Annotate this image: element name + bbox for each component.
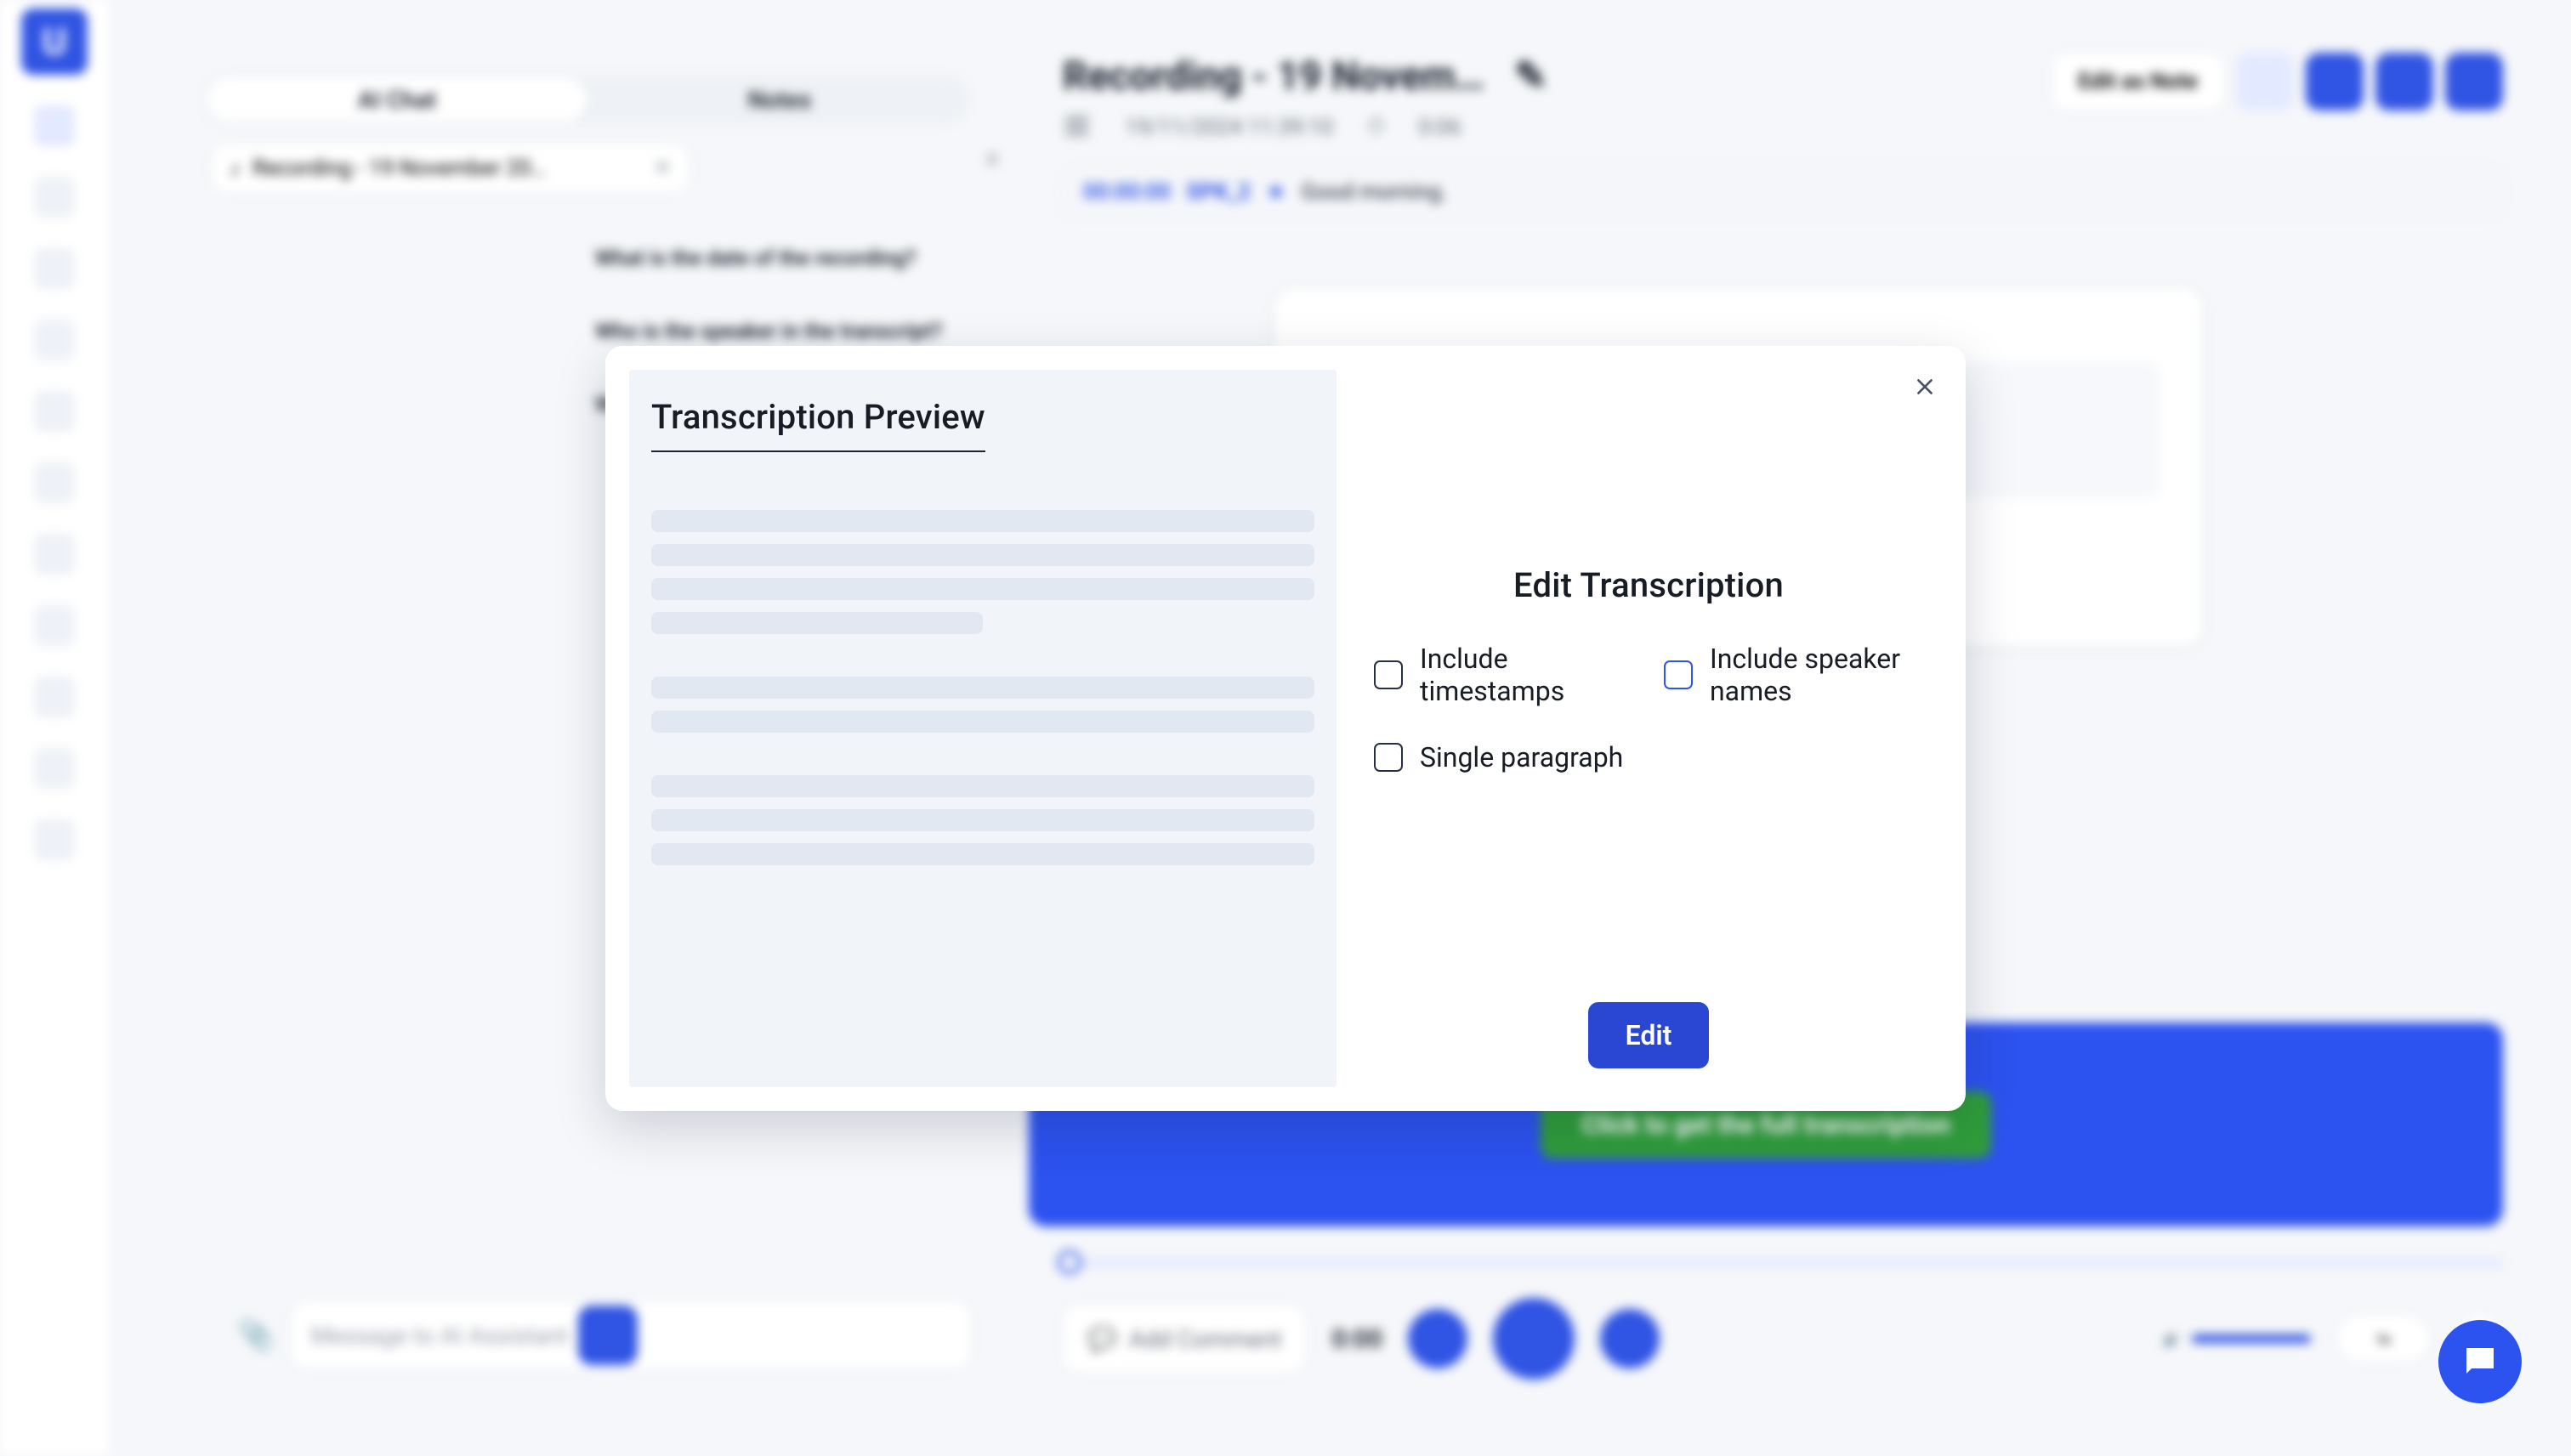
- edit-button[interactable]: Edit: [1588, 1002, 1710, 1068]
- option-label: Include speaker names: [1710, 643, 1923, 707]
- edit-options-panel: Edit Transcription Include timestamps In…: [1360, 346, 1966, 1111]
- skeleton-line: [651, 510, 1314, 532]
- option-label: Single paragraph: [1420, 741, 1623, 773]
- skeleton-group: [651, 677, 1314, 733]
- skeleton-line: [651, 612, 983, 634]
- option-include-timestamps[interactable]: Include timestamps: [1374, 643, 1633, 707]
- checkbox[interactable]: [1374, 660, 1403, 689]
- option-single-paragraph[interactable]: Single paragraph: [1374, 741, 1633, 773]
- skeleton-group: [651, 510, 1314, 634]
- skeleton-line: [651, 578, 1314, 600]
- modal-overlay: Transcription Preview Edit Transcription: [0, 0, 2571, 1456]
- checkbox[interactable]: [1664, 660, 1693, 689]
- preview-title: Transcription Preview: [651, 397, 985, 452]
- modal-close-button[interactable]: [1906, 368, 1944, 405]
- option-include-speaker-names[interactable]: Include speaker names: [1664, 643, 1923, 707]
- skeleton-line: [651, 809, 1314, 831]
- skeleton-line: [651, 711, 1314, 733]
- skeleton-line: [651, 677, 1314, 699]
- skeleton-group: [651, 775, 1314, 865]
- options-grid: Include timestamps Include speaker names…: [1365, 643, 1932, 773]
- edit-transcription-modal: Transcription Preview Edit Transcription: [605, 346, 1966, 1111]
- transcription-preview-panel: Transcription Preview: [629, 370, 1337, 1087]
- skeleton-line: [651, 775, 1314, 797]
- skeleton-line: [651, 843, 1314, 865]
- close-icon: [1914, 376, 1936, 398]
- skeleton-line: [651, 544, 1314, 566]
- checkbox[interactable]: [1374, 743, 1403, 772]
- edit-transcription-title: Edit Transcription: [1365, 565, 1932, 605]
- option-label: Include timestamps: [1420, 643, 1633, 707]
